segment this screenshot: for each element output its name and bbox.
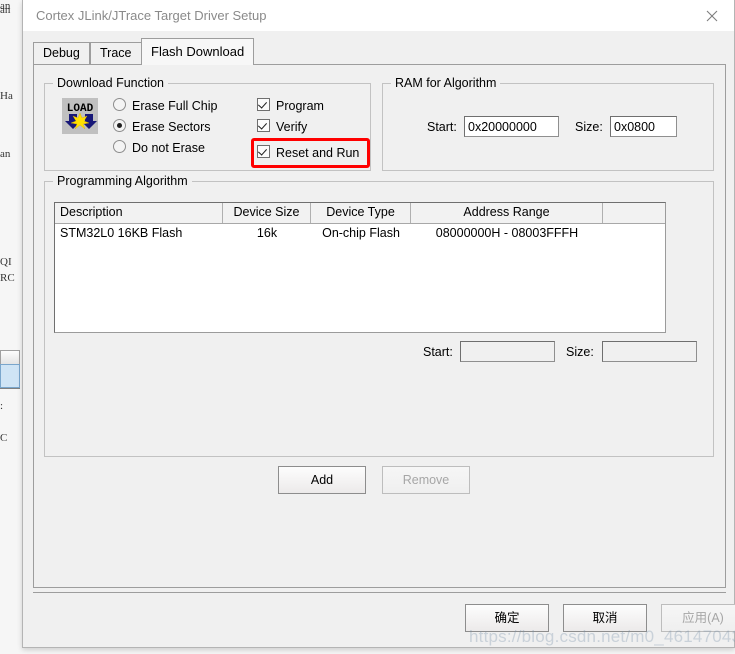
- programming-algorithm-title: Programming Algorithm: [53, 174, 192, 188]
- column-header-description[interactable]: Description: [55, 203, 223, 223]
- download-function-group: Download Function LOAD Erase Full Chip E…: [44, 76, 371, 171]
- footer-divider: [33, 592, 726, 593]
- algo-size-label: Size:: [566, 345, 594, 359]
- programming-algorithm-list[interactable]: Description Device Size Device Type Addr…: [54, 202, 666, 333]
- load-icon: LOAD: [62, 98, 98, 134]
- radio-label: Erase Sectors: [132, 120, 211, 134]
- algo-start-label: Start:: [423, 345, 453, 359]
- download-function-title: Download Function: [53, 76, 169, 90]
- checkbox-verify[interactable]: Verify: [257, 118, 307, 136]
- background-text-fragment: an: [0, 0, 11, 12]
- ram-start-label: Start:: [427, 120, 457, 134]
- checkbox-indicator: [257, 145, 270, 158]
- cancel-button[interactable]: 取消: [563, 604, 647, 632]
- checkbox-program[interactable]: Program: [257, 97, 324, 115]
- radio-indicator: [113, 140, 126, 153]
- cell-address-range: 08000000H - 08003FFFH: [435, 226, 579, 240]
- algo-start-input[interactable]: [460, 341, 555, 362]
- algo-size-input[interactable]: [602, 341, 697, 362]
- table-row[interactable]: STM32L0 16KB Flash 16k On-chip Flash 080…: [55, 224, 665, 243]
- ram-size-input[interactable]: [610, 116, 677, 137]
- column-header-device-type[interactable]: Device Type: [311, 203, 411, 223]
- radio-indicator: [113, 119, 126, 132]
- ram-for-algorithm-group: RAM for Algorithm Start: Size:: [382, 76, 714, 171]
- radio-indicator: [113, 98, 126, 111]
- background-text-fragment: :: [0, 400, 4, 412]
- ram-start-input[interactable]: [464, 116, 559, 137]
- radio-label: Do not Erase: [132, 141, 205, 155]
- column-header-blank[interactable]: [603, 203, 665, 223]
- background-text-fragment: an: [0, 148, 11, 160]
- background-text-fragment: Ha: [0, 90, 13, 102]
- tab-strip: Debug Trace Flash Download: [33, 38, 726, 65]
- checkbox-indicator: [257, 119, 270, 132]
- radio-do-not-erase[interactable]: Do not Erase: [113, 139, 205, 157]
- column-header-device-size[interactable]: Device Size: [223, 203, 311, 223]
- checkbox-label: Program: [276, 99, 324, 113]
- background-selected-row: [0, 364, 20, 388]
- radio-erase-full-chip[interactable]: Erase Full Chip: [113, 97, 217, 115]
- dialog-titlebar: Cortex JLink/JTrace Target Driver Setup: [23, 0, 734, 31]
- checkbox-reset-and-run[interactable]: Reset and Run: [257, 144, 359, 162]
- ram-for-algorithm-title: RAM for Algorithm: [391, 76, 501, 90]
- background-text-fragment: QI: [0, 256, 12, 268]
- background-text-fragment: RC: [0, 272, 15, 284]
- cell-description: STM32L0 16KB Flash: [60, 226, 183, 240]
- cell-device-size: 16k: [256, 226, 278, 240]
- dialog-title: Cortex JLink/JTrace Target Driver Setup: [36, 8, 267, 23]
- table-header-row: Description Device Size Device Type Addr…: [55, 203, 665, 224]
- remove-button: Remove: [382, 466, 470, 494]
- close-icon[interactable]: [690, 0, 734, 30]
- cell-device-type: On-chip Flash: [322, 226, 400, 240]
- programming-algorithm-group: Programming Algorithm Description Device…: [44, 174, 714, 457]
- add-button[interactable]: Add: [278, 466, 366, 494]
- background-divider: [0, 388, 20, 389]
- checkbox-label: Verify: [276, 120, 308, 134]
- radio-erase-sectors[interactable]: Erase Sectors: [113, 118, 211, 136]
- tab-flash-download[interactable]: Flash Download: [141, 38, 255, 65]
- apply-button: 应用(A): [661, 604, 735, 632]
- checkbox-label: Reset and Run: [276, 146, 360, 160]
- close-icon-glyph: [706, 10, 718, 22]
- checkbox-indicator: [257, 98, 270, 111]
- radio-label: Erase Full Chip: [132, 99, 218, 113]
- tab-trace[interactable]: Trace: [90, 42, 142, 64]
- target-driver-setup-dialog: Cortex JLink/JTrace Target Driver Setup …: [22, 0, 735, 648]
- ram-size-label: Size:: [575, 120, 603, 134]
- flash-download-panel: Download Function LOAD Erase Full Chip E…: [33, 64, 726, 588]
- column-header-address-range[interactable]: Address Range: [411, 203, 603, 223]
- ok-button[interactable]: 确定: [465, 604, 549, 632]
- background-text-fragment: C: [0, 432, 8, 444]
- load-icon-glyph: LOAD: [62, 98, 98, 134]
- tab-debug[interactable]: Debug: [33, 42, 90, 64]
